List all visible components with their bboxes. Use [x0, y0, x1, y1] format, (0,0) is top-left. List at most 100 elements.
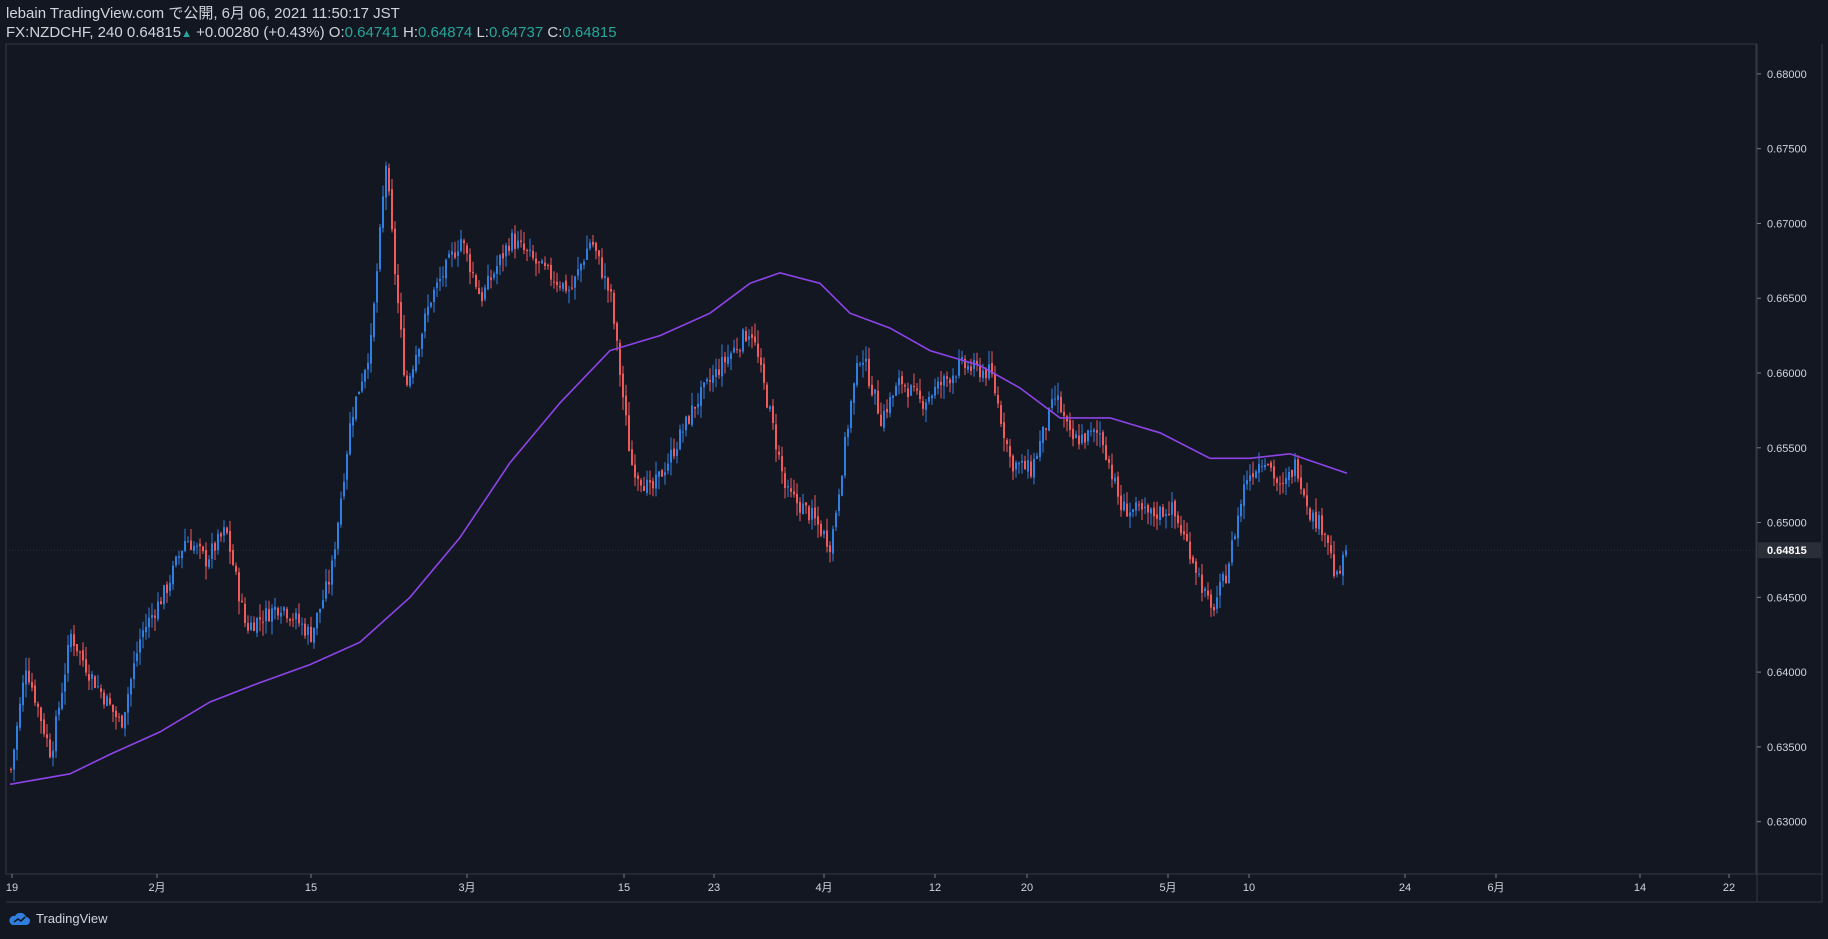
candle-body	[490, 277, 492, 280]
candle-body	[1114, 477, 1116, 482]
candle-body	[637, 475, 639, 479]
candle-body	[1228, 563, 1230, 584]
candle-body	[547, 264, 549, 266]
candle-body	[805, 502, 807, 506]
candle-body	[757, 343, 759, 357]
time-tick-label: 5月	[1159, 882, 1176, 894]
candle-body	[946, 376, 948, 379]
price-chart[interactable]: 0.68000 0.67500 0.67000 0.66500 0.66000 0.655…	[0, 0, 1828, 939]
candle-body	[466, 245, 468, 254]
candle-body	[1117, 476, 1119, 497]
candle-body	[211, 543, 213, 559]
time-tick-label: 14	[1634, 882, 1646, 894]
candle-body	[808, 506, 810, 521]
candle-body	[145, 626, 147, 633]
candle-body	[1300, 477, 1302, 490]
candle-body	[652, 481, 654, 489]
candle-body	[1192, 557, 1194, 563]
candle-body	[1207, 590, 1209, 596]
candle-body	[307, 626, 309, 635]
time-tick-label: 23	[708, 882, 720, 894]
candle-body	[184, 540, 186, 551]
candle-body	[286, 608, 288, 619]
candle-body	[349, 423, 351, 455]
candle-body	[190, 540, 192, 550]
candle-body	[106, 696, 108, 707]
candle-body	[784, 473, 786, 488]
candle-body	[940, 382, 942, 386]
candle-body	[175, 556, 177, 566]
candle-body	[1225, 575, 1227, 584]
plot-frame	[5, 43, 1757, 875]
price-tick-label: 0.66500	[1767, 293, 1807, 305]
time-tick-label: 12	[929, 882, 941, 894]
candle-body	[157, 601, 159, 620]
candle-body	[838, 494, 840, 512]
candle-body	[901, 376, 903, 385]
candle-body	[1144, 506, 1146, 508]
candle-body	[460, 238, 462, 252]
candle-body	[718, 369, 720, 376]
candle-body	[151, 614, 153, 618]
price-tick-label: 0.64000	[1767, 667, 1807, 679]
candle-body	[1030, 461, 1032, 477]
candle-body	[181, 551, 183, 559]
candle-body	[604, 276, 606, 278]
candle-body	[370, 335, 372, 364]
candle-body	[1039, 440, 1041, 457]
candle-body	[238, 572, 240, 602]
candle-body	[484, 287, 486, 300]
candle-body	[676, 449, 678, 456]
candle-body	[208, 559, 210, 568]
candle-body	[442, 276, 444, 278]
candle-body	[1159, 506, 1161, 520]
candle-body	[793, 491, 795, 495]
candle-body	[1006, 440, 1008, 445]
candle-body	[544, 262, 546, 267]
candle-body	[1345, 550, 1347, 556]
candle-body	[133, 663, 135, 680]
candle-body	[1072, 428, 1074, 440]
candle-body	[424, 313, 426, 332]
candle-body	[1186, 533, 1188, 541]
candle-body	[883, 410, 885, 428]
candle-body	[196, 545, 198, 547]
candle-body	[1048, 407, 1050, 431]
tradingview-brand[interactable]: TradingView	[7, 911, 108, 926]
candle-body	[454, 252, 456, 258]
candle-body	[691, 405, 693, 425]
candle-body	[844, 436, 846, 476]
candle-body	[1264, 465, 1266, 468]
candle-body	[1081, 434, 1083, 444]
candle-body	[1216, 597, 1218, 609]
candle-body	[1297, 459, 1299, 479]
candle-body	[1183, 531, 1185, 535]
candle-body	[1180, 525, 1182, 534]
candle-body	[1288, 471, 1290, 480]
candle-body	[448, 253, 450, 258]
candle-body	[859, 363, 861, 365]
candle-body	[34, 685, 36, 703]
candle-body	[247, 622, 249, 631]
candle-body	[79, 651, 81, 653]
candle-body	[622, 373, 624, 398]
candle-body	[631, 449, 633, 465]
candle-body	[1282, 482, 1284, 484]
candle-body	[811, 507, 813, 520]
candle-body	[16, 725, 18, 750]
candle-body	[220, 533, 222, 537]
candle-body	[943, 375, 945, 386]
candle-body	[796, 493, 798, 504]
candle-body	[925, 402, 927, 410]
candle-body	[1132, 509, 1134, 512]
candle-body	[379, 227, 381, 270]
candle-body	[493, 273, 495, 278]
candle-body	[919, 390, 921, 399]
candle-body	[640, 480, 642, 486]
candle-body	[28, 670, 30, 683]
candle-body	[148, 617, 150, 628]
price-tick-label: 0.64500	[1767, 592, 1807, 604]
candle-body	[472, 272, 474, 274]
candle-body	[697, 404, 699, 408]
candle-body	[358, 391, 360, 395]
